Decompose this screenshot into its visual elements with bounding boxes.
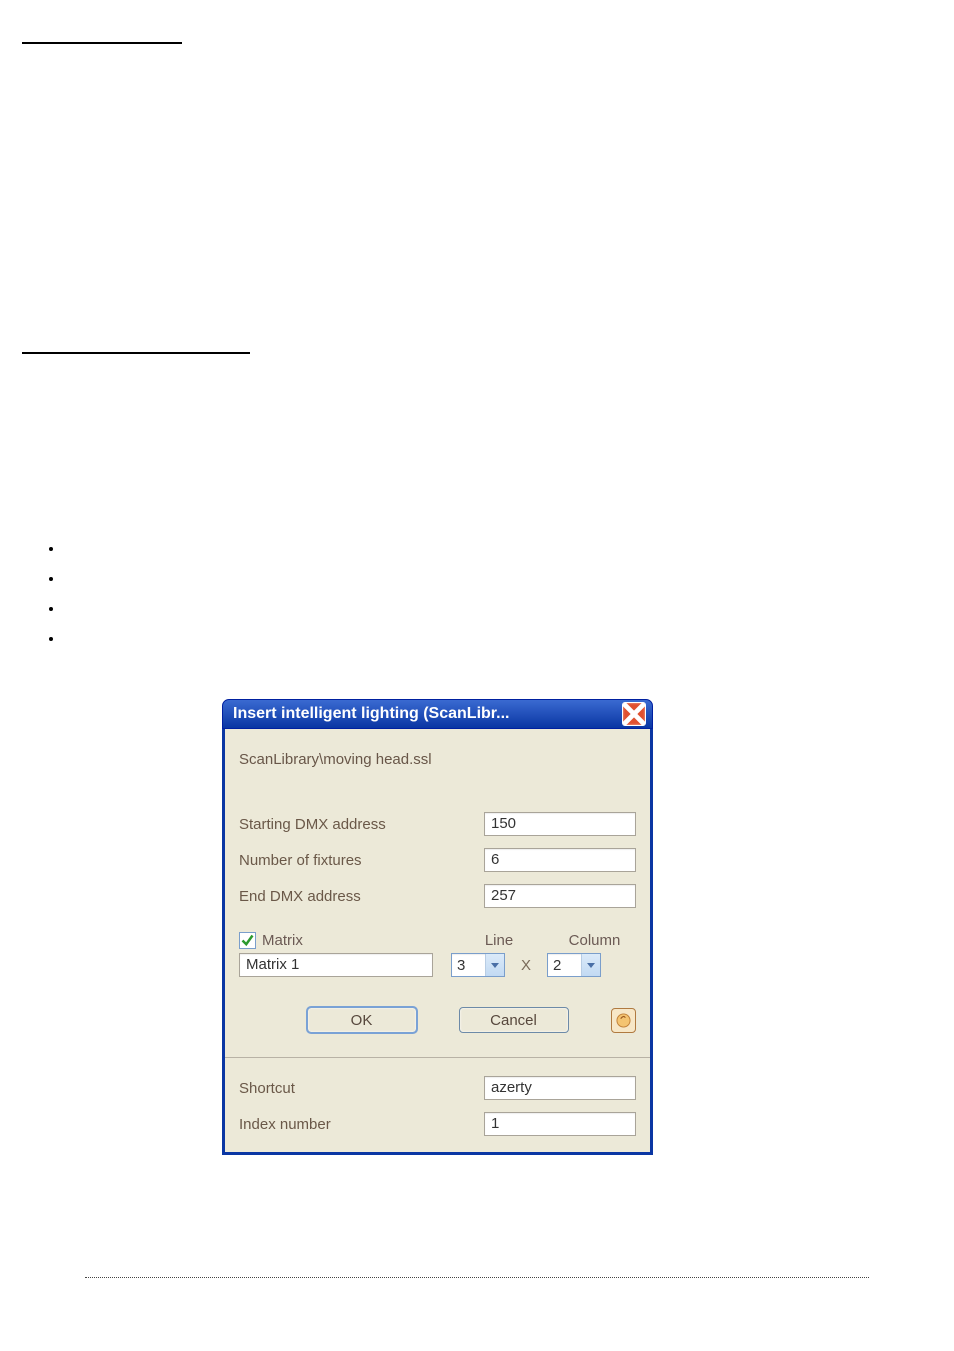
- column-combo[interactable]: 2: [547, 953, 601, 977]
- shortcut-input[interactable]: azerty: [484, 1076, 636, 1100]
- end-dmx-input[interactable]: 257: [484, 884, 636, 908]
- end-dmx-label: End DMX address: [239, 888, 484, 905]
- matrix-multiply-label: X: [505, 957, 547, 974]
- page-footer-rule: [85, 1277, 869, 1278]
- decorative-underline-2: [22, 352, 250, 354]
- column-value: 2: [548, 954, 581, 976]
- cancel-button[interactable]: Cancel: [459, 1007, 569, 1033]
- matrix-checkbox[interactable]: [239, 932, 256, 949]
- number-of-fixtures-label: Number of fixtures: [239, 852, 484, 869]
- close-icon[interactable]: [622, 702, 646, 726]
- index-number-label: Index number: [239, 1116, 484, 1133]
- number-of-fixtures-input[interactable]: 6: [484, 848, 636, 872]
- help-icon[interactable]: [611, 1008, 636, 1033]
- ok-button[interactable]: OK: [307, 1007, 417, 1033]
- shortcut-label: Shortcut: [239, 1080, 484, 1097]
- line-heading: Line: [445, 932, 553, 949]
- matrix-checkbox-label: Matrix: [262, 932, 303, 949]
- starting-dmx-input[interactable]: 150: [484, 812, 636, 836]
- separator: [225, 1057, 650, 1058]
- titlebar[interactable]: Insert intelligent lighting (ScanLibr...: [222, 699, 653, 729]
- window-title: Insert intelligent lighting (ScanLibr...: [233, 705, 622, 723]
- starting-dmx-label: Starting DMX address: [239, 816, 484, 833]
- column-heading: Column: [553, 932, 636, 949]
- insert-lighting-dialog: Insert intelligent lighting (ScanLibr...…: [222, 699, 653, 1155]
- chevron-down-icon[interactable]: [581, 954, 600, 976]
- dialog-body: ScanLibrary\moving head.ssl Starting DMX…: [222, 729, 653, 1155]
- chevron-down-icon[interactable]: [485, 954, 504, 976]
- line-value: 3: [452, 954, 485, 976]
- decorative-underline-1: [22, 42, 182, 44]
- line-combo[interactable]: 3: [451, 953, 505, 977]
- index-number-input[interactable]: 1: [484, 1112, 636, 1136]
- file-path-label: ScanLibrary\moving head.ssl: [239, 751, 636, 768]
- matrix-name-input[interactable]: Matrix 1: [239, 953, 433, 977]
